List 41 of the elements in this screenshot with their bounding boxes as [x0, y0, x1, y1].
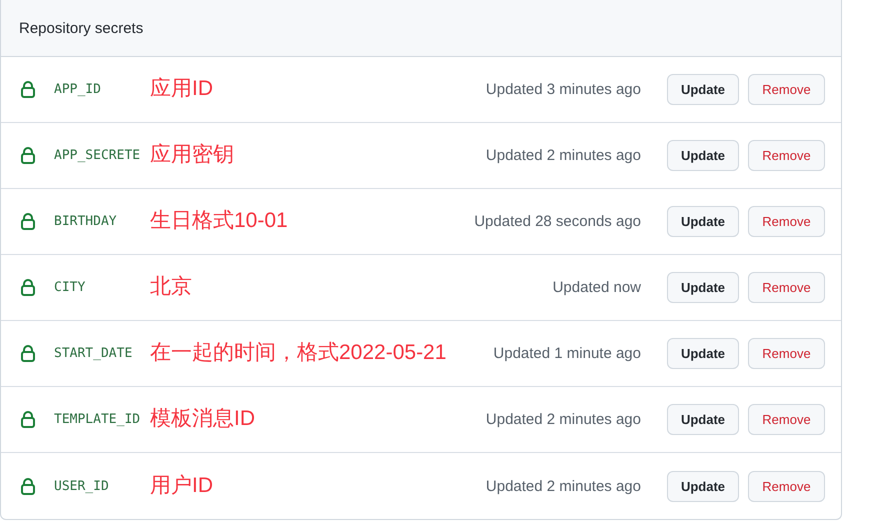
annotation-text: 生日格式10-01 — [150, 209, 288, 234]
lock-icon — [21, 213, 35, 230]
update-button[interactable]: Update — [667, 74, 739, 105]
annotation-text: 应用ID — [150, 77, 213, 102]
remove-button[interactable]: Remove — [748, 74, 825, 105]
lock-icon — [21, 147, 35, 164]
lock-icon — [21, 411, 35, 428]
updated-time: Updated 2 minutes ago — [486, 147, 641, 164]
annotation-text: 应用密钥 — [150, 143, 234, 168]
update-button[interactable]: Update — [667, 404, 739, 435]
lock-icon — [21, 478, 35, 494]
update-button[interactable]: Update — [667, 140, 739, 171]
updated-time: Updated 28 seconds ago — [474, 213, 641, 230]
lock-icon — [21, 81, 35, 98]
lock-icon — [21, 345, 35, 362]
update-button[interactable]: Update — [667, 338, 739, 369]
lock-icon — [21, 279, 35, 296]
remove-button[interactable]: Remove — [748, 404, 825, 435]
annotation-text: 在一起的时间，格式2022-05-21 — [150, 341, 446, 366]
remove-button[interactable]: Remove — [748, 140, 825, 171]
remove-button[interactable]: Remove — [748, 206, 825, 237]
updated-time: Updated now — [552, 279, 641, 296]
remove-button[interactable]: Remove — [748, 470, 825, 502]
secret-name: CITY — [54, 280, 86, 295]
update-button[interactable]: Update — [667, 206, 739, 237]
annotation-text: 用户ID — [150, 474, 213, 498]
remove-button[interactable]: Remove — [748, 272, 825, 303]
updated-time: Updated 2 minutes ago — [486, 478, 641, 494]
secret-name: START_DATE — [54, 346, 134, 361]
annotation-text: 模板消息ID — [150, 407, 255, 432]
updated-time: Updated 1 minute ago — [493, 345, 641, 362]
update-button[interactable]: Update — [667, 470, 739, 502]
secret-name: APP_ID — [54, 82, 102, 97]
remove-button[interactable]: Remove — [748, 338, 825, 369]
updated-time: Updated 2 minutes ago — [486, 411, 641, 428]
section-title: Repository secrets — [19, 20, 144, 36]
updated-time: Updated 3 minutes ago — [486, 81, 641, 98]
update-button[interactable]: Update — [667, 272, 739, 303]
secret-name: BIRTHDAY — [54, 214, 118, 229]
secret-name: USER_ID — [54, 478, 110, 494]
annotation-text: 北京 — [150, 275, 192, 300]
